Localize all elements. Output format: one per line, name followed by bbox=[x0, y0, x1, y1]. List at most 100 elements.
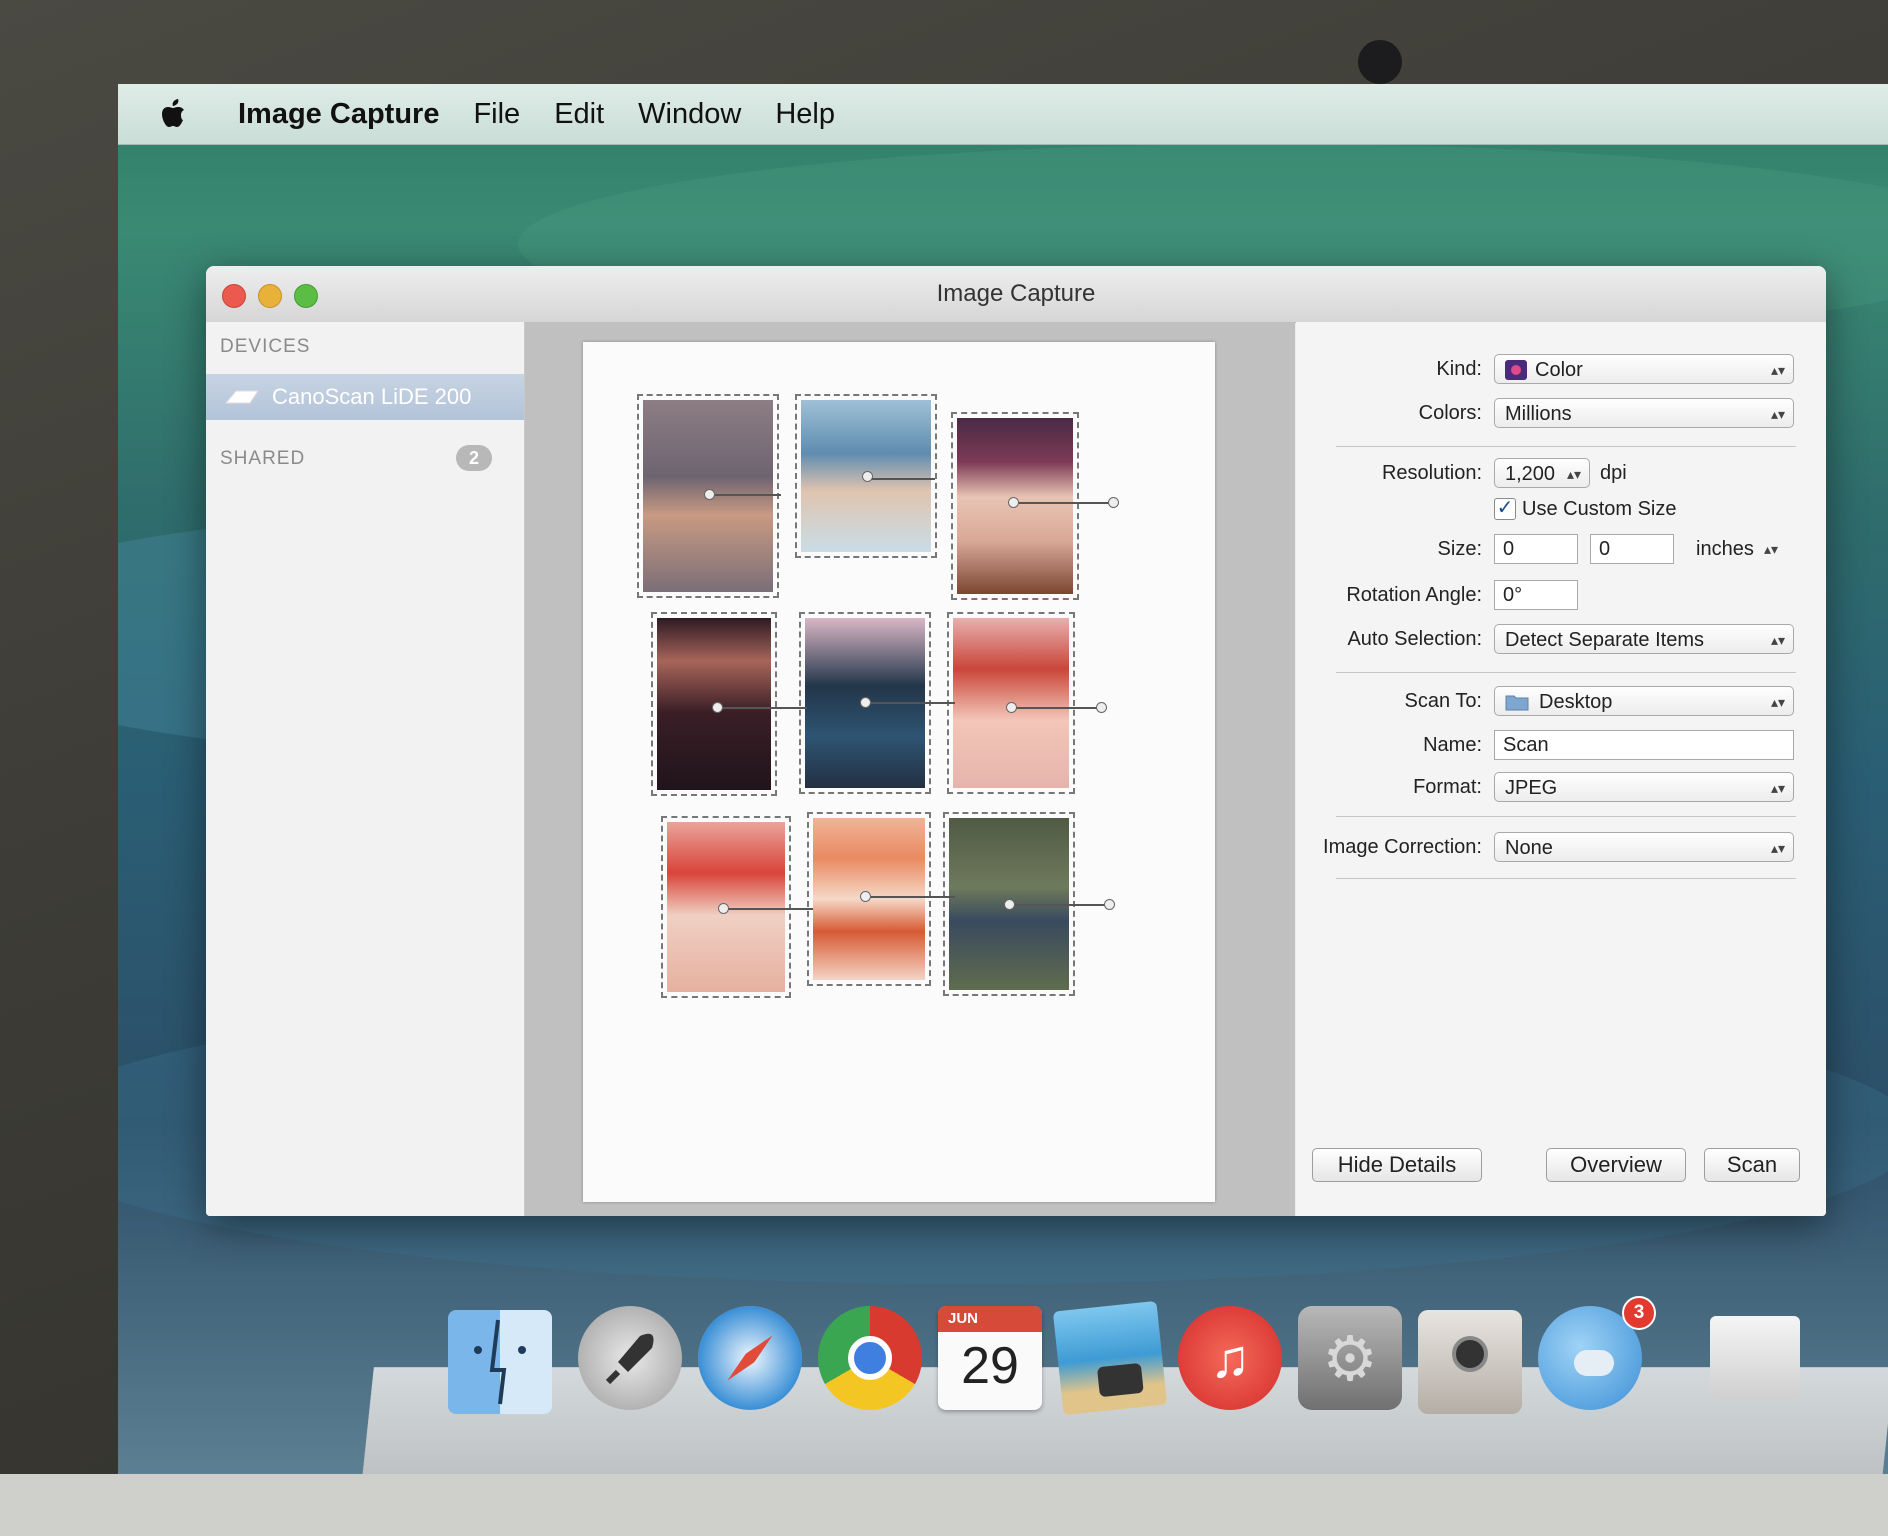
compass-icon bbox=[727, 1335, 773, 1381]
rotation-handle[interactable] bbox=[1009, 904, 1109, 906]
rotation-handle[interactable] bbox=[865, 896, 955, 898]
selection-handle[interactable] bbox=[1096, 702, 1107, 713]
resolution-stepper[interactable]: 1,200 ▴▾ bbox=[1494, 458, 1590, 488]
resolution-value: 1,200 bbox=[1505, 463, 1556, 485]
menu-window[interactable]: Window bbox=[638, 98, 741, 131]
scan-to-select[interactable]: Desktop ▴▾ bbox=[1494, 686, 1794, 716]
window-title: Image Capture bbox=[936, 280, 1096, 307]
documents-stack-icon[interactable] bbox=[1710, 1316, 1800, 1400]
popup-arrows-icon: ▴▾ bbox=[1763, 541, 1778, 557]
menu-app-name[interactable]: Image Capture bbox=[238, 98, 439, 131]
selection-handle[interactable] bbox=[712, 702, 723, 713]
webcam bbox=[1358, 40, 1402, 84]
rotation-handle[interactable] bbox=[723, 908, 813, 910]
gear-icon: ⚙ bbox=[1322, 1325, 1378, 1394]
auto-selection-select[interactable]: Detect Separate Items ▴▾ bbox=[1494, 624, 1794, 654]
auto-selection-value: Detect Separate Items bbox=[1505, 629, 1704, 651]
resolution-label: Resolution: bbox=[1381, 462, 1482, 484]
rotation-handle[interactable] bbox=[865, 702, 955, 704]
apple-menu-icon[interactable] bbox=[154, 94, 194, 134]
selection-handle[interactable] bbox=[860, 891, 871, 902]
selection-handle[interactable] bbox=[718, 903, 729, 914]
use-custom-size-checkbox[interactable]: ✓ bbox=[1494, 498, 1516, 520]
rotation-handle[interactable] bbox=[717, 707, 807, 709]
format-value: JPEG bbox=[1505, 777, 1558, 799]
selection-handle[interactable] bbox=[1108, 497, 1119, 508]
scan-preview-page bbox=[583, 342, 1215, 1202]
format-select[interactable]: JPEG ▴▾ bbox=[1494, 772, 1794, 802]
size-height-field[interactable]: 0 bbox=[1590, 534, 1674, 564]
menu-bar: Image Capture File Edit Window Help bbox=[118, 84, 1888, 145]
laptop-bottom-bezel bbox=[0, 1474, 1888, 1536]
popup-arrows-icon: ▴▾ bbox=[1770, 632, 1785, 648]
folder-icon bbox=[1505, 695, 1529, 711]
rotation-handle[interactable] bbox=[865, 478, 935, 480]
lens-icon bbox=[1452, 1336, 1488, 1372]
selection-handle[interactable] bbox=[704, 489, 715, 500]
resolution-unit: dpi bbox=[1600, 462, 1627, 484]
selection-handle[interactable] bbox=[1104, 899, 1115, 910]
kind-label: Kind: bbox=[1436, 358, 1482, 380]
scan-button[interactable]: Scan bbox=[1704, 1148, 1800, 1182]
system-preferences-icon[interactable]: ⚙ bbox=[1298, 1306, 1402, 1410]
divider bbox=[1336, 672, 1796, 673]
calendar-icon[interactable]: JUN 29 bbox=[938, 1306, 1042, 1410]
devices-header: DEVICES bbox=[220, 336, 311, 357]
rotation-handle[interactable] bbox=[1013, 502, 1113, 504]
chrome-icon[interactable] bbox=[818, 1306, 922, 1410]
rotation-angle-field[interactable]: 0° bbox=[1494, 580, 1578, 610]
selection-handle[interactable] bbox=[860, 697, 871, 708]
rotation-handle[interactable] bbox=[711, 494, 781, 496]
colors-value: Millions bbox=[1505, 403, 1572, 425]
image-capture-icon[interactable] bbox=[1418, 1310, 1522, 1414]
scan-to-label: Scan To: bbox=[1404, 690, 1482, 712]
sidebar-item-canoscan[interactable]: CanoScan LiDE 200 bbox=[206, 374, 524, 420]
chrome-center-icon bbox=[848, 1336, 892, 1380]
camera-icon bbox=[1096, 1362, 1144, 1398]
size-unit-value: inches bbox=[1696, 538, 1754, 560]
iphoto-icon[interactable] bbox=[1052, 1300, 1168, 1416]
calendar-month: JUN bbox=[938, 1306, 1042, 1332]
selection-handle[interactable] bbox=[862, 471, 873, 482]
rocket-icon bbox=[605, 1333, 654, 1385]
speech-bubble-icon bbox=[1574, 1350, 1614, 1376]
colors-select[interactable]: Millions ▴▾ bbox=[1494, 398, 1794, 428]
image-correction-label: Image Correction: bbox=[1323, 836, 1482, 858]
size-unit-select[interactable]: inches ▴▾ bbox=[1686, 534, 1786, 564]
rotation-angle-label: Rotation Angle: bbox=[1346, 584, 1482, 606]
sidebar: DEVICES CanoScan LiDE 200 SHARED 2 bbox=[206, 322, 525, 1216]
music-note-icon: ♫ bbox=[1209, 1329, 1251, 1389]
kind-select[interactable]: Color ▴▾ bbox=[1494, 354, 1794, 384]
size-width-field[interactable]: 0 bbox=[1494, 534, 1578, 564]
shared-count-badge: 2 bbox=[456, 445, 492, 471]
rotation-handle[interactable] bbox=[1011, 707, 1101, 709]
image-correction-select[interactable]: None ▴▾ bbox=[1494, 832, 1794, 862]
auto-selection-label: Auto Selection: bbox=[1347, 628, 1482, 650]
device-name: CanoScan LiDE 200 bbox=[272, 384, 472, 409]
selection-handle[interactable] bbox=[1008, 497, 1019, 508]
popup-arrows-icon: ▴▾ bbox=[1770, 694, 1785, 710]
name-field[interactable]: Scan bbox=[1494, 730, 1794, 760]
safari-icon[interactable] bbox=[698, 1306, 802, 1410]
popup-arrows-icon: ▴▾ bbox=[1770, 406, 1785, 422]
image-capture-window: Image Capture DEVICES CanoScan LiDE 200 … bbox=[206, 266, 1826, 1216]
menu-help[interactable]: Help bbox=[775, 98, 835, 131]
calendar-day: 29 bbox=[961, 1337, 1019, 1395]
window-titlebar[interactable]: Image Capture bbox=[206, 266, 1826, 323]
finder-icon[interactable] bbox=[448, 1310, 552, 1414]
selection-handle[interactable] bbox=[1004, 899, 1015, 910]
selection-handle[interactable] bbox=[1006, 702, 1017, 713]
itunes-icon[interactable]: ♫ bbox=[1178, 1306, 1282, 1410]
use-custom-size-label: Use Custom Size bbox=[1522, 498, 1677, 520]
name-label: Name: bbox=[1423, 734, 1482, 756]
hide-details-button[interactable]: Hide Details bbox=[1312, 1148, 1482, 1182]
overview-button[interactable]: Overview bbox=[1546, 1148, 1686, 1182]
launchpad-icon[interactable] bbox=[578, 1306, 682, 1410]
color-kind-icon bbox=[1505, 360, 1527, 380]
menu-file[interactable]: File bbox=[473, 98, 520, 131]
format-label: Format: bbox=[1413, 776, 1482, 798]
menu-edit[interactable]: Edit bbox=[554, 98, 604, 131]
divider bbox=[1336, 446, 1796, 447]
scan-details-panel: Kind: Color ▴▾ Colors: Millions ▴▾ Resol… bbox=[1296, 322, 1826, 1216]
colors-label: Colors: bbox=[1418, 402, 1482, 424]
